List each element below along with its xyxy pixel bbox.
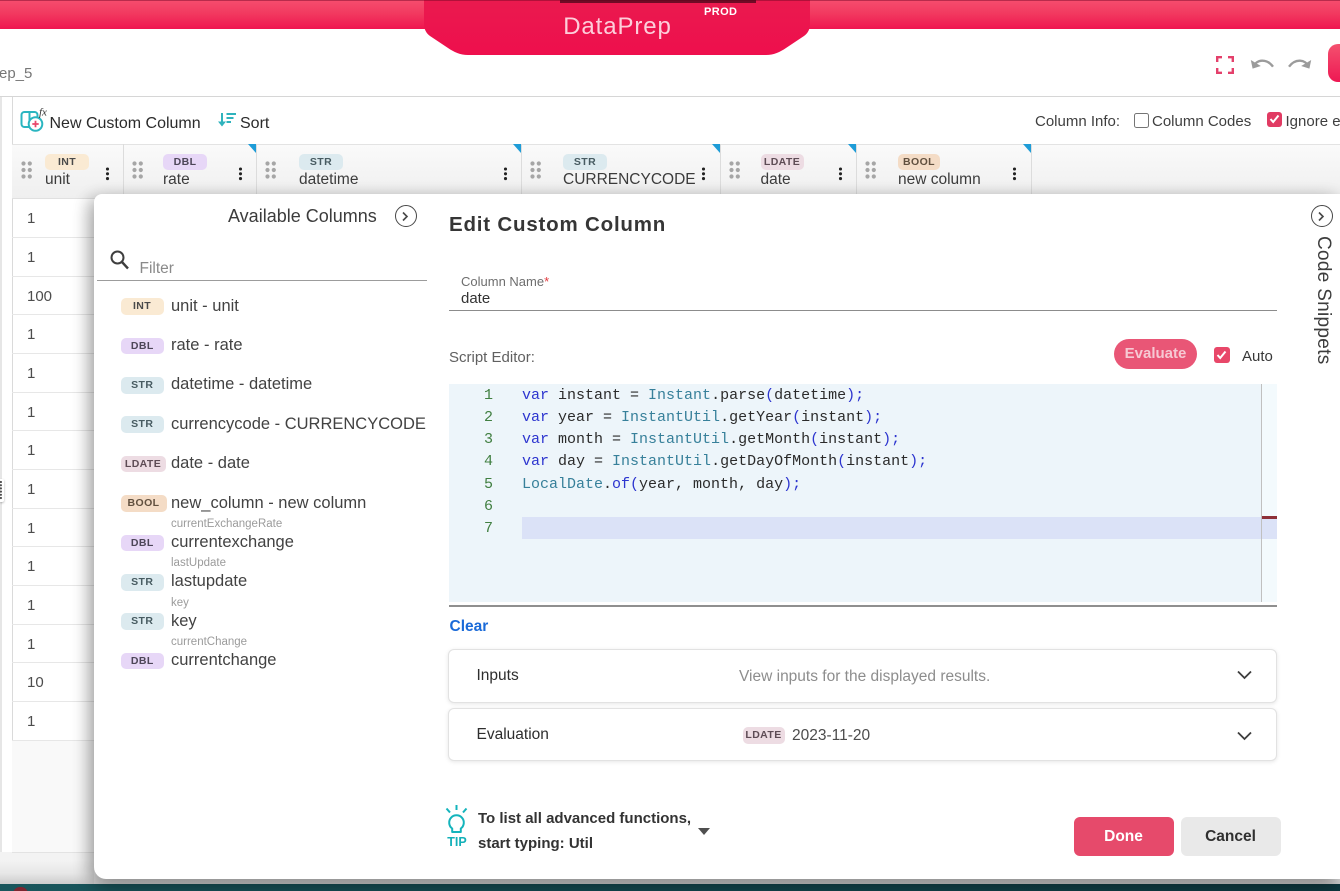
svg-text:fx: fx: [39, 107, 47, 119]
